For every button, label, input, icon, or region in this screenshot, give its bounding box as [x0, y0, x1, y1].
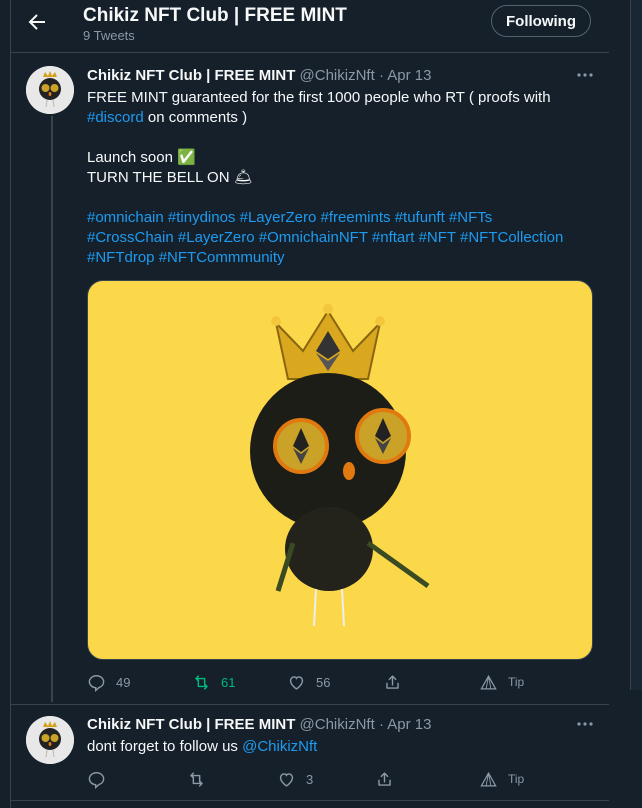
hashtag-link[interactable]: #tinydinos — [168, 209, 236, 226]
reply-button[interactable] — [87, 767, 116, 791]
mention-link[interactable]: @ChikizNft — [242, 738, 317, 755]
hashtag-link[interactable]: #NFTCommmunity — [159, 249, 285, 266]
tip-icon — [480, 771, 497, 786]
retweet-icon — [195, 674, 208, 690]
hashtag-link[interactable]: #omnichain — [87, 209, 164, 226]
tweet-divider — [11, 800, 609, 801]
more-options-icon[interactable] — [575, 69, 595, 81]
nft-character-image — [250, 304, 430, 627]
heart-icon — [289, 675, 304, 690]
tweet-media[interactable] — [87, 280, 593, 660]
tweet-date[interactable]: Apr 13 — [387, 67, 431, 84]
reply-button[interactable]: 49 — [87, 670, 130, 694]
tweet-header: Chikiz NFT Club | FREE MINT @ChikizNft ·… — [87, 716, 431, 733]
tweet-text: FREE MINT guaranteed for the first 1000 … — [87, 88, 592, 268]
tip-icon — [480, 674, 497, 689]
text-line: Launch soon ✅ — [87, 149, 196, 166]
hashtag-link[interactable]: #freemints — [321, 209, 391, 226]
tweet-actions: 49 61 56 Tip — [87, 670, 592, 694]
timeline-column: Chikiz NFT Club | FREE MINT 9 Tweets Fol… — [10, 0, 610, 808]
tweet-header: Chikiz NFT Club | FREE MINT @ChikizNft ·… — [87, 67, 431, 84]
tip-label: Tip — [508, 772, 525, 786]
like-button[interactable]: 56 — [287, 670, 330, 694]
heart-icon — [279, 772, 294, 787]
reply-icon — [88, 771, 105, 789]
text-fragment: on comments ) — [143, 109, 248, 126]
separator-dot: · — [378, 67, 384, 84]
tweet-divider — [11, 704, 609, 705]
tip-button[interactable]: Tip — [479, 767, 524, 791]
hashtag-row: #omnichain #tinydinos #LayerZero #freemi… — [87, 208, 592, 228]
hashtag-link[interactable]: #CrossChain — [87, 229, 174, 246]
hashtag-link[interactable]: #NFTCollection — [460, 229, 563, 246]
tweet-actions: 3 Tip — [87, 767, 592, 791]
text-line: #discord on comments ) — [87, 108, 592, 128]
hashtag-link[interactable]: #tufunft — [395, 209, 445, 226]
share-icon — [386, 674, 399, 689]
following-button[interactable]: Following — [491, 5, 591, 37]
chikiz-avatar-icon — [26, 716, 74, 764]
retweet-button[interactable]: 61 — [192, 670, 235, 694]
hashtag-link[interactable]: #LayerZero — [240, 209, 317, 226]
share-button[interactable] — [375, 767, 404, 791]
avatar[interactable] — [26, 66, 74, 114]
share-button[interactable] — [383, 670, 412, 694]
reply-icon — [88, 674, 105, 692]
tip-button[interactable]: Tip — [479, 670, 524, 694]
profile-header: Chikiz NFT Club | FREE MINT 9 Tweets Fol… — [11, 0, 609, 53]
retweet-icon — [190, 771, 203, 787]
tweet-date[interactable]: Apr 13 — [387, 716, 431, 733]
thread-connector — [51, 116, 53, 702]
reply-count: 49 — [116, 674, 131, 690]
separator-dot: · — [378, 716, 384, 733]
hashtag-row: #CrossChain #LayerZero #OmnichainNFT #nf… — [87, 228, 592, 248]
hashtag-link[interactable]: #discord — [87, 109, 144, 126]
tweet-count: 9 Tweets — [83, 28, 135, 43]
tweet-text: dont forget to follow us @ChikizNft — [87, 737, 592, 757]
hashtag-row: #NFTdrop #NFTCommmunity — [87, 248, 592, 268]
hashtag-link[interactable]: #LayerZero — [178, 229, 255, 246]
right-sidebar-edge — [630, 0, 642, 690]
more-options-icon[interactable] — [575, 718, 595, 730]
text-fragment: dont forget to follow us — [87, 738, 243, 755]
author-handle[interactable]: @ChikizNft — [300, 716, 375, 733]
back-arrow-icon[interactable] — [25, 10, 49, 34]
like-button[interactable]: 3 — [277, 767, 313, 791]
hashtag-link[interactable]: #OmnichainNFT — [259, 229, 368, 246]
retweet-button[interactable] — [187, 767, 216, 791]
hashtag-link[interactable]: #nftart — [372, 229, 415, 246]
retweet-count: 61 — [221, 674, 236, 690]
text-line: TURN THE BELL ON 🛎 — [87, 169, 253, 186]
avatar[interactable] — [26, 716, 74, 764]
author-handle[interactable]: @ChikizNft — [300, 67, 375, 84]
hashtag-link[interactable]: #NFT — [419, 229, 456, 246]
text-line: FREE MINT guaranteed for the first 1000 … — [87, 89, 551, 106]
profile-title: Chikiz NFT Club | FREE MINT — [83, 5, 347, 26]
author-name[interactable]: Chikiz NFT Club | FREE MINT — [87, 67, 295, 84]
share-icon — [378, 771, 391, 786]
author-name[interactable]: Chikiz NFT Club | FREE MINT — [87, 716, 295, 733]
like-count: 56 — [316, 674, 331, 690]
hashtag-link[interactable]: #NFTdrop — [87, 249, 155, 266]
tip-label: Tip — [508, 675, 525, 689]
like-count: 3 — [306, 771, 314, 787]
hashtag-link[interactable]: #NFTs — [449, 209, 492, 226]
chikiz-avatar-icon — [26, 66, 74, 114]
